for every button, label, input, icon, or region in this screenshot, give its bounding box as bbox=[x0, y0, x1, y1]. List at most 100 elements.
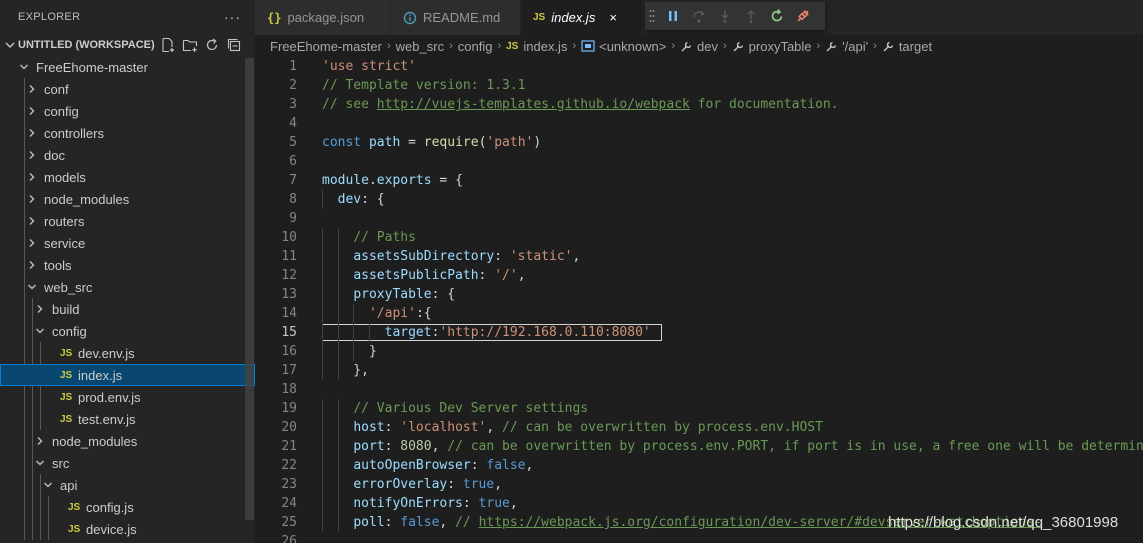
chevron-right-icon: › bbox=[873, 40, 877, 52]
breadcrumb-item[interactable]: config bbox=[458, 39, 493, 54]
breadcrumb-item[interactable]: <unknown> bbox=[599, 39, 666, 54]
line-number: 24 bbox=[281, 496, 297, 511]
code-line[interactable] bbox=[322, 152, 1143, 171]
step-over-icon[interactable] bbox=[691, 8, 707, 24]
code-line[interactable]: port: 8080, // can be overwritten by pro… bbox=[322, 437, 1143, 456]
indent-guide bbox=[353, 323, 355, 342]
tab-readme[interactable]: README.md bbox=[391, 0, 521, 35]
code-line[interactable]: // Template version: 1.3.1 bbox=[322, 76, 1143, 95]
breadcrumb-item[interactable]: index.js bbox=[523, 39, 567, 54]
code-token: }, bbox=[322, 363, 369, 378]
code-line[interactable]: 'use strict' bbox=[322, 57, 1143, 76]
tree-file-item[interactable]: JS index.js bbox=[0, 364, 255, 386]
breadcrumb-item[interactable]: FreeEhome-master bbox=[270, 39, 382, 54]
tree-folder-item[interactable]: web_src bbox=[0, 276, 255, 298]
code-line[interactable]: dev: { bbox=[322, 190, 1143, 209]
code-line[interactable]: assetsPublicPath: '/', bbox=[322, 266, 1143, 285]
code-token: : bbox=[384, 420, 401, 435]
indent-guide bbox=[337, 361, 339, 380]
tree-folder-item[interactable]: tools bbox=[0, 254, 255, 276]
code-line[interactable]: // Various Dev Server settings bbox=[322, 399, 1143, 418]
collapse-all-icon[interactable] bbox=[226, 37, 242, 53]
tree-folder-item[interactable]: config bbox=[0, 320, 255, 342]
tree-folder-item[interactable]: build bbox=[0, 298, 255, 320]
pause-icon[interactable] bbox=[665, 8, 681, 24]
code-line[interactable]: notifyOnErrors: true, bbox=[322, 494, 1143, 513]
tree-folder-item[interactable]: controllers bbox=[0, 122, 255, 144]
new-folder-icon[interactable] bbox=[182, 37, 198, 53]
code-line[interactable]: // see http://vuejs-templates.github.io/… bbox=[322, 95, 1143, 114]
js-icon: JS bbox=[60, 413, 73, 425]
breadcrumb-item[interactable]: target bbox=[899, 39, 932, 54]
drag-handle-icon[interactable] bbox=[649, 9, 655, 23]
code-line[interactable]: host: 'localhost', // can be overwritten… bbox=[322, 418, 1143, 437]
tree-folder-item[interactable]: conf bbox=[0, 78, 255, 100]
tree-file-item[interactable]: JS device.js bbox=[0, 518, 255, 540]
code-token: // bbox=[455, 515, 479, 530]
tree-folder-item[interactable]: models bbox=[0, 166, 255, 188]
tab-index-js[interactable]: JS index.js × bbox=[521, 0, 643, 35]
tree-folder-item[interactable]: node_modules bbox=[0, 430, 255, 452]
code-line[interactable]: // Paths bbox=[322, 228, 1143, 247]
more-actions-icon[interactable]: ··· bbox=[224, 9, 241, 25]
code-line[interactable] bbox=[322, 532, 1143, 543]
tree-file-item[interactable]: JS config.js bbox=[0, 496, 255, 518]
line-number: 17 bbox=[281, 363, 297, 378]
line-numbers: 1 2 3 4 5 6 7 8 9 10 11 12 13 14 15 16 17 18 19 20 21 22 23 24 2… bbox=[255, 57, 297, 543]
code-line[interactable]: const path = require('path') bbox=[322, 133, 1143, 152]
tree-file-item[interactable]: JS test.env.js bbox=[0, 408, 255, 430]
tree-file-item[interactable]: JS prod.env.js bbox=[0, 386, 255, 408]
code-line[interactable] bbox=[322, 114, 1143, 133]
new-file-icon[interactable] bbox=[160, 37, 176, 53]
tree-folder-item[interactable]: node_modules bbox=[0, 188, 255, 210]
indent-guide bbox=[322, 513, 323, 532]
tree-folder-item[interactable]: FreeEhome-master bbox=[0, 56, 255, 78]
disconnect-icon[interactable] bbox=[795, 8, 811, 24]
code-line[interactable]: } bbox=[322, 342, 1143, 361]
explorer-title: EXPLORER bbox=[18, 11, 81, 23]
close-icon[interactable]: × bbox=[609, 10, 617, 25]
code-line[interactable]: }, bbox=[322, 361, 1143, 380]
code-line[interactable]: module.exports = { bbox=[322, 171, 1143, 190]
restart-icon[interactable] bbox=[769, 8, 785, 24]
code-line[interactable] bbox=[322, 209, 1143, 228]
indent-guide bbox=[322, 228, 323, 247]
indent-guide bbox=[24, 474, 25, 496]
tree-folder-item[interactable]: service bbox=[0, 232, 255, 254]
tab-package-json[interactable]: {} package.json bbox=[255, 0, 391, 35]
code-line[interactable]: proxyTable: { bbox=[322, 285, 1143, 304]
indent-guide bbox=[337, 342, 339, 361]
code-line[interactable]: '/api':{ bbox=[322, 304, 1143, 323]
tree-folder-item[interactable]: api bbox=[0, 474, 255, 496]
tree-folder-item[interactable]: routers bbox=[0, 210, 255, 232]
tree-item-label: conf bbox=[44, 81, 69, 97]
step-into-icon[interactable] bbox=[717, 8, 733, 24]
code-line[interactable]: errorOverlay: true, bbox=[322, 475, 1143, 494]
tree-folder-item[interactable]: config bbox=[0, 100, 255, 122]
breadcrumb-item[interactable]: '/api' bbox=[842, 39, 868, 54]
step-out-icon[interactable] bbox=[743, 8, 759, 24]
workspace-header[interactable]: UNTITLED (WORKSPACE) bbox=[0, 34, 255, 56]
code-editor[interactable]: 1 2 3 4 5 6 7 8 9 10 11 12 13 14 15 16 17 18 19 20 21 22 23 24 2… bbox=[255, 57, 1143, 543]
chevron-right-icon bbox=[24, 254, 40, 276]
code-line[interactable]: assetsSubDirectory: 'static', bbox=[322, 247, 1143, 266]
refresh-icon[interactable] bbox=[204, 37, 220, 53]
line-number: 2 bbox=[289, 78, 297, 93]
code-line[interactable]: target:'http://192.168.0.110:8080' bbox=[322, 323, 1143, 342]
code-line[interactable]: autoOpenBrowser: false, bbox=[322, 456, 1143, 475]
tab-label: README.md bbox=[423, 10, 501, 25]
sidebar-scrollbar[interactable] bbox=[245, 58, 254, 520]
indent-guide bbox=[322, 437, 323, 456]
breadcrumb-item[interactable]: proxyTable bbox=[749, 39, 812, 54]
code-lines[interactable]: 'use strict' // Template version: 1.3.1 //… bbox=[322, 57, 1143, 543]
tree-folder-item[interactable]: doc bbox=[0, 144, 255, 166]
code-line[interactable] bbox=[322, 380, 1143, 399]
tree-file-item[interactable]: JS dev.env.js bbox=[0, 342, 255, 364]
code-token: autoOpenBrowser bbox=[353, 458, 471, 473]
breadcrumb-item[interactable]: web_src bbox=[396, 39, 444, 54]
breadcrumb-item[interactable]: dev bbox=[697, 39, 718, 54]
tab-label: package.json bbox=[287, 10, 365, 25]
tree-folder-item[interactable]: src bbox=[0, 452, 255, 474]
code-token: assetsPublicPath bbox=[353, 268, 479, 283]
